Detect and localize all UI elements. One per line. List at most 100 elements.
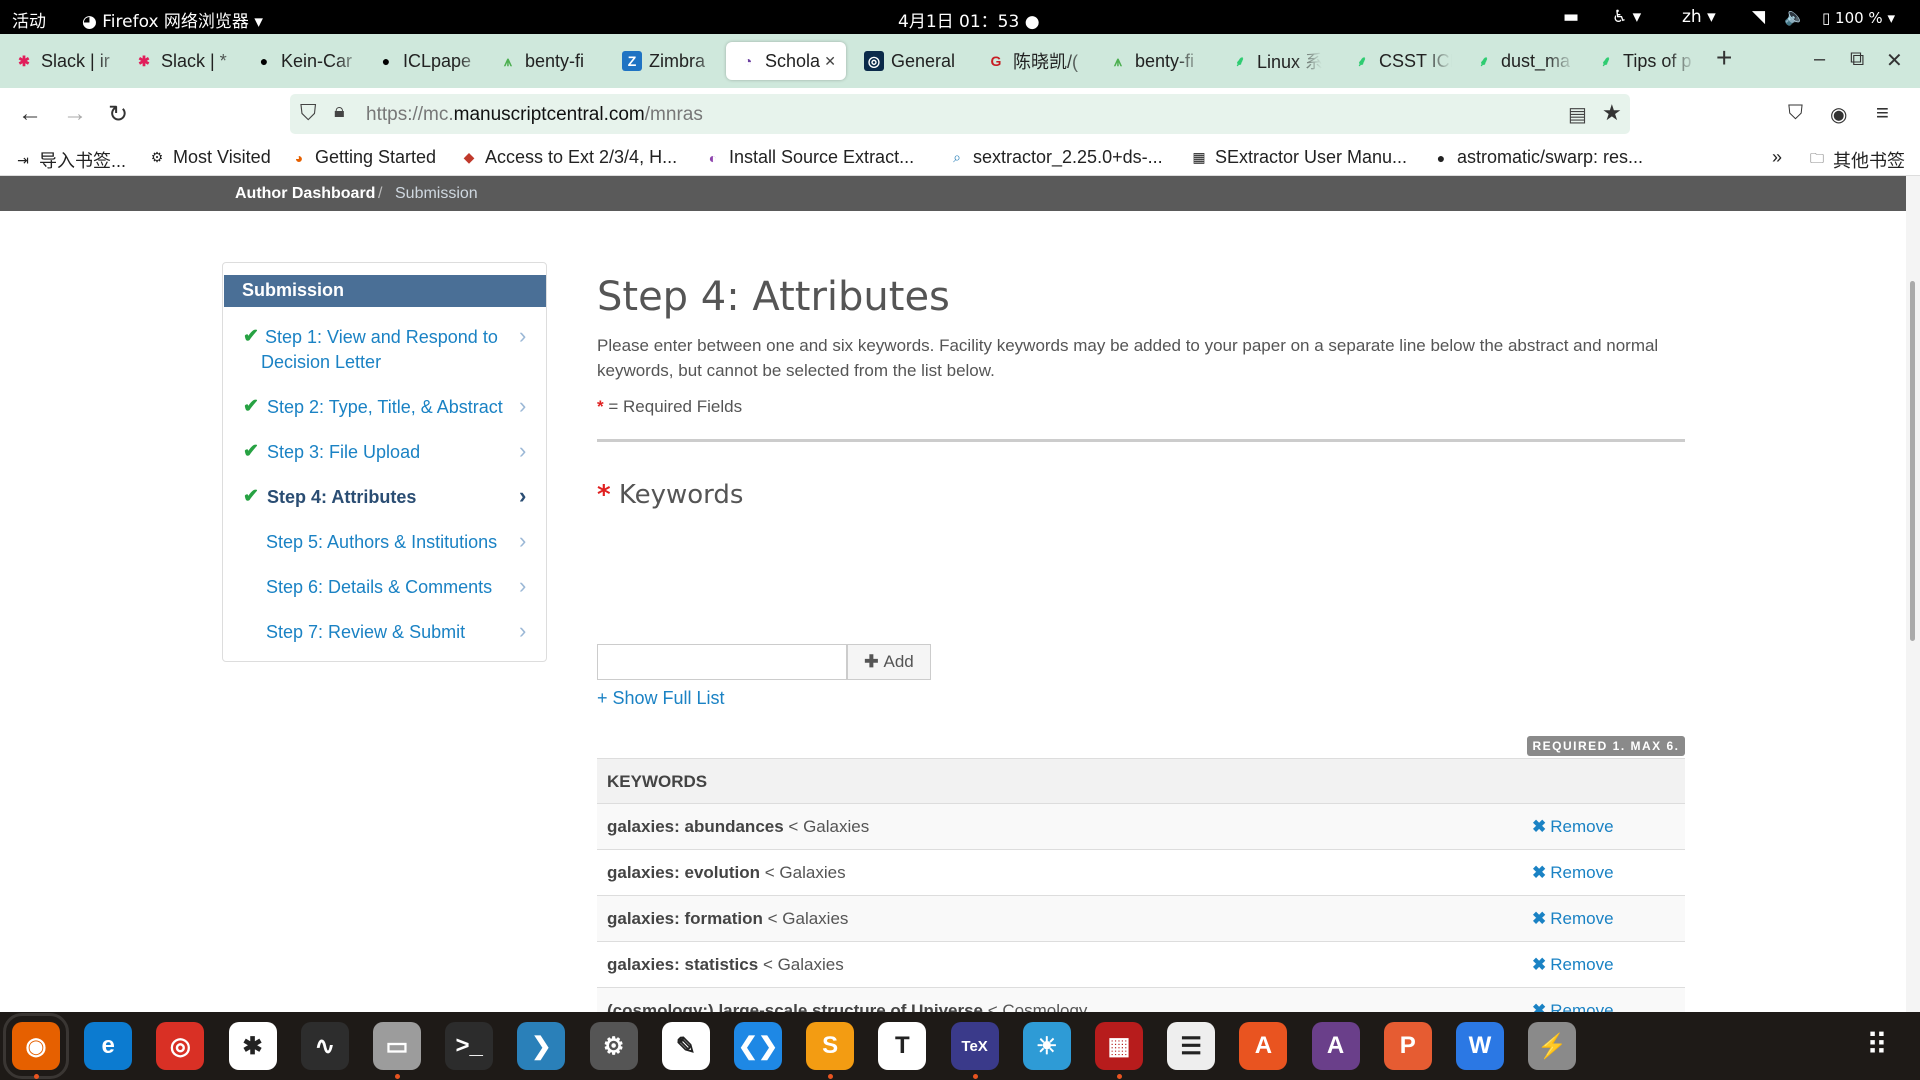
app-icon[interactable]: A <box>1311 1022 1360 1070</box>
browser-tab[interactable]: ● ICLpape <box>376 42 486 80</box>
sidebar-step-4[interactable]: ✔ Step 4: Attributes › <box>223 483 546 511</box>
files-icon[interactable]: ▭ <box>373 1022 421 1070</box>
software-center-icon[interactable]: A <box>1239 1022 1288 1070</box>
bookmark-item[interactable]: ◐ Install Source Extract... <box>704 147 914 168</box>
tab-fade <box>1424 42 1452 80</box>
close-window-icon[interactable]: ✕ <box>1886 48 1903 73</box>
browser-tab[interactable]: ⸙ dust_ma <box>1474 42 1574 80</box>
bookmark-star-icon[interactable]: ★ <box>1602 100 1622 126</box>
text-editor-icon[interactable]: ✎ <box>661 1022 710 1070</box>
scrollbar-thumb[interactable] <box>1910 281 1915 641</box>
back-icon[interactable]: ← <box>18 100 42 128</box>
breadcrumb-dashboard-link[interactable]: Author Dashboard <box>235 185 375 203</box>
keyword-input[interactable] <box>597 644 847 680</box>
texstudio-icon[interactable]: TeX <box>950 1022 999 1070</box>
sidebar-step-5[interactable]: Step 5: Authors & Institutions › <box>223 528 546 556</box>
chrome-icon[interactable]: ◎ <box>156 1022 205 1070</box>
url-bar[interactable]: ⛉ 🔒︎ https://mc.manuscriptcentral.com/mn… <box>290 94 1630 134</box>
usb-icon[interactable]: ⚡ <box>1528 1022 1577 1070</box>
search-icon: ⌕ <box>953 149 961 165</box>
wps-writer-icon[interactable]: W <box>1456 1022 1504 1070</box>
url-text[interactable]: https://mc.manuscriptcentral.com/mnras <box>366 104 703 126</box>
browser-tab[interactable]: ⸙ CSST ICL <box>1352 42 1452 80</box>
clock[interactable]: 4月1日 01：53 ● <box>898 7 1040 32</box>
bookmark-item[interactable]: ◕ Getting Started <box>290 147 436 168</box>
pocket-icon[interactable]: ⛉ <box>1788 102 1803 125</box>
remove-keyword-button[interactable]: ✖ Remove <box>1532 817 1614 837</box>
browser-tab[interactable]: ⸙ Linux 系 <box>1230 42 1322 80</box>
input-method-menu[interactable]: zh ▾ <box>1682 7 1716 27</box>
sidebar-step-7[interactable]: Step 7: Review & Submit › <box>223 618 546 646</box>
add-keyword-button[interactable]: ✚ Add <box>847 644 931 680</box>
running-indicator <box>1117 1074 1122 1079</box>
bookmark-item[interactable]: ▦ SExtractor User Manu... <box>1190 147 1407 168</box>
step-label: Step 5: Authors & Institutions <box>266 532 498 552</box>
keyboard-icon[interactable]: ▬ <box>1563 7 1579 27</box>
activities-button[interactable]: 活动 <box>12 7 46 32</box>
app-menu[interactable]: ◕ Firefox 网络浏览器 ▾ <box>82 7 263 32</box>
document-viewer-icon[interactable]: ☰ <box>1167 1022 1216 1070</box>
menu-icon[interactable]: ≡ <box>1876 100 1889 126</box>
general-icon: ◎ <box>864 51 884 71</box>
new-tab-button[interactable]: + <box>1716 42 1732 74</box>
bookmark-item[interactable]: ◆ Access to Ext 2/3/4, H... <box>460 147 677 168</box>
remove-keyword-button[interactable]: ✖ Remove <box>1532 1001 1614 1012</box>
browser-tab[interactable]: ◔ Schola ✕ <box>726 42 846 80</box>
remove-keyword-button[interactable]: ✖ Remove <box>1532 909 1614 929</box>
gitee-icon: G <box>990 53 1002 69</box>
slack-icon[interactable]: ✱ <box>228 1022 277 1070</box>
bookmark-item[interactable]: ⚙ Most Visited <box>148 147 271 168</box>
browser-tab[interactable]: ⩚ benty-fi <box>1108 42 1204 80</box>
vscode-icon[interactable]: ❮❯ <box>734 1022 782 1070</box>
settings-icon[interactable]: ⚙ <box>589 1022 638 1070</box>
ds9-icon[interactable]: ▦ <box>1095 1022 1143 1070</box>
volume-icon[interactable]: 🔈 <box>1784 7 1805 27</box>
lock-icon[interactable]: 🔒︎ <box>334 100 345 123</box>
close-tab-icon[interactable]: ✕ <box>824 53 836 70</box>
page-scrollbar[interactable] <box>1906 176 1920 1012</box>
forward-icon[interactable]: → <box>63 100 87 128</box>
sidebar-step-3[interactable]: ✔ Step 3: File Upload › <box>223 438 546 466</box>
bookmarks-overflow-icon[interactable]: » <box>1772 147 1782 168</box>
browser-tab[interactable]: ⸙ Tips of p <box>1596 42 1696 80</box>
firefox-icon[interactable]: ◉ <box>3 1013 69 1079</box>
remove-keyword-button[interactable]: ✖ Remove <box>1532 863 1614 883</box>
astronomy-icon[interactable]: ☀ <box>1022 1022 1071 1070</box>
system-monitor-icon[interactable]: ∿ <box>300 1022 349 1070</box>
sublime-icon[interactable]: S <box>806 1022 855 1070</box>
account-icon[interactable]: ◉ <box>1830 102 1847 127</box>
browser-tab[interactable]: ⩚ benty-fi <box>498 42 616 80</box>
sidebar-step-6[interactable]: Step 6: Details & Comments › <box>223 573 546 601</box>
battery-indicator[interactable]: ▯ 100 % ▾ <box>1822 9 1895 27</box>
wps-presentation-icon[interactable]: P <box>1383 1022 1432 1070</box>
browser-tab[interactable]: ✱ Slack | * <box>134 42 244 80</box>
remmina-icon[interactable]: ❯ <box>517 1022 566 1070</box>
shield-icon[interactable]: ⛉ <box>300 100 317 126</box>
reload-icon[interactable]: ↻ <box>108 100 128 129</box>
bookmark-item[interactable]: ⌕ sextractor_2.25.0+ds-... <box>948 147 1163 168</box>
edge-icon[interactable]: e <box>84 1022 133 1070</box>
minimize-icon[interactable]: – <box>1814 48 1825 71</box>
typora-icon[interactable]: T <box>878 1022 927 1070</box>
accessibility-icon[interactable]: ♿ ▾ <box>1612 7 1641 27</box>
reader-view-icon[interactable]: ▤ <box>1568 102 1587 127</box>
browser-tab[interactable]: G 陈晓凯/( <box>986 42 1094 80</box>
browser-tab[interactable]: ● Kein-Car <box>254 42 364 80</box>
show-full-list-link[interactable]: + Show Full List <box>597 688 725 709</box>
add-label: Add <box>883 652 914 671</box>
url-path: /mnras <box>644 104 703 125</box>
browser-tab[interactable]: ✱ Slack | ir <box>14 42 124 80</box>
sidebar-step-2[interactable]: ✔ Step 2: Type, Title, & Abstract › <box>223 393 546 421</box>
restore-icon[interactable]: ⧉ <box>1850 48 1864 71</box>
sidebar-step-1[interactable]: ✔ Step 1: View and Respond to Decision Le… <box>223 323 546 377</box>
wifi-icon[interactable]: ◥ <box>1752 7 1765 27</box>
browser-tab[interactable]: Z Zimbra <box>622 42 722 80</box>
bookmark-item[interactable]: ⇥ 导入书签... <box>14 147 126 173</box>
browser-tab[interactable]: ◎ General <box>864 42 984 80</box>
other-bookmarks[interactable]: 🗀 其他书签 <box>1808 147 1905 173</box>
show-apps-grid-icon[interactable]: ⠿ <box>1866 1028 1888 1063</box>
battery-label: 100 % <box>1835 9 1883 27</box>
bookmark-item[interactable]: ● astromatic/swarp: res... <box>1432 147 1643 168</box>
terminal-icon[interactable]: >_ <box>445 1022 494 1070</box>
remove-keyword-button[interactable]: ✖ Remove <box>1532 955 1614 975</box>
